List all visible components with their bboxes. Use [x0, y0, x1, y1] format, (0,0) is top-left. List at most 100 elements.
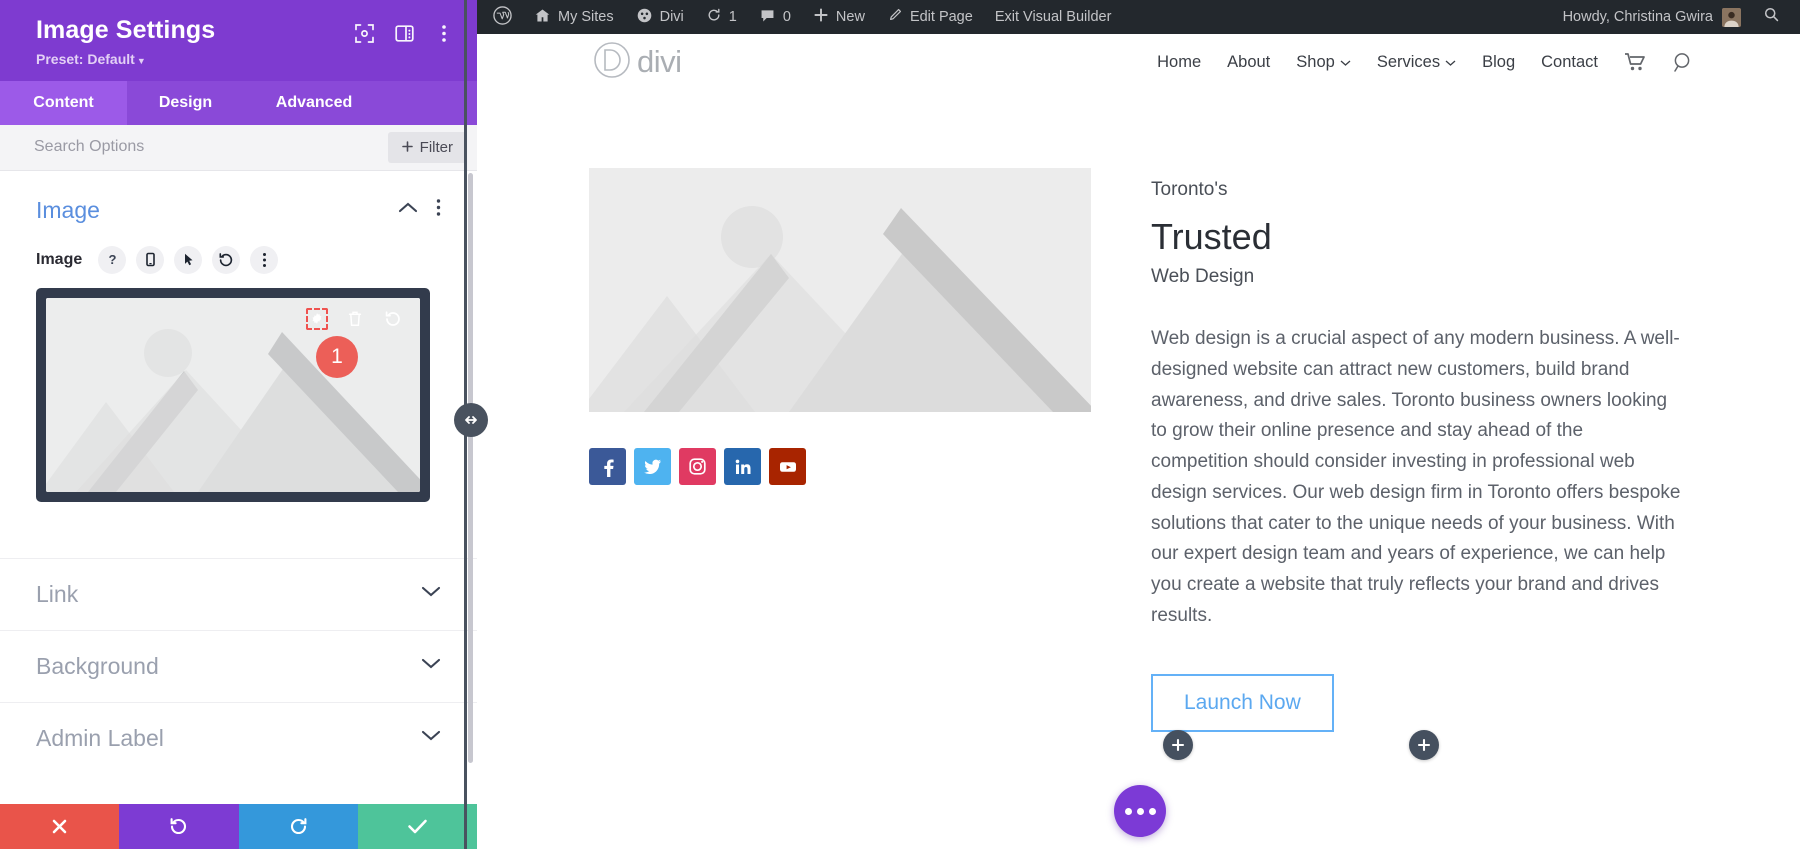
layout-toggle-icon[interactable] [393, 22, 415, 44]
search-options-bar: Filter [0, 124, 477, 171]
linkedin-icon[interactable] [724, 448, 761, 485]
redo-button[interactable] [238, 804, 358, 849]
fullscreen-icon[interactable] [353, 22, 375, 44]
site-header: divi Home About Shop Services Blog Conta… [477, 34, 1800, 90]
chevron-down-icon [421, 657, 441, 675]
section-background[interactable]: Background [0, 629, 477, 702]
reset-icon[interactable] [382, 308, 404, 330]
add-module-button[interactable] [1163, 730, 1193, 760]
panel-resize-handle[interactable] [454, 0, 488, 849]
search-icon[interactable] [1672, 51, 1695, 74]
tab-label: Advanced [275, 93, 353, 111]
panel-scroll-area: Image Image ? 1 Link Background Admin La… [0, 171, 477, 804]
section-title: Admin Label [36, 724, 164, 751]
section-image-header[interactable]: Image [36, 197, 441, 224]
nav-label: Shop [1296, 52, 1335, 71]
responsive-icon[interactable] [136, 245, 165, 274]
heading-main: Trusted [1151, 215, 1272, 257]
plus-icon [401, 139, 413, 156]
nav-item-about[interactable]: About [1227, 53, 1270, 72]
hover-icon[interactable] [174, 245, 203, 274]
search-input[interactable] [34, 138, 388, 157]
nav-item-shop[interactable]: Shop [1296, 53, 1351, 72]
nav-item-blog[interactable]: Blog [1482, 53, 1515, 72]
adminbar-search-button[interactable] [1751, 6, 1800, 28]
social-icons [589, 448, 1091, 485]
column-right: Toronto's Trusted Web Design Web design … [1151, 168, 1688, 732]
resize-knob[interactable] [454, 403, 488, 437]
launch-now-button[interactable]: Launch Now [1151, 673, 1334, 732]
chevron-up-icon[interactable] [398, 201, 418, 219]
image-field-row: Image ? [36, 245, 441, 274]
youtube-icon[interactable] [769, 448, 806, 485]
help-icon[interactable]: ? [98, 245, 127, 274]
status-badge: 1 [316, 335, 358, 378]
howdy-label: Howdy, Christina Gwira [1562, 9, 1713, 25]
settings-gear-icon[interactable] [306, 307, 328, 330]
instagram-icon[interactable] [679, 448, 716, 485]
undo-button[interactable] [119, 804, 239, 849]
section-title: Background [36, 652, 159, 679]
twitter-icon[interactable] [634, 448, 671, 485]
image-preview[interactable]: 1 [36, 287, 430, 502]
section-header-icons [398, 198, 441, 222]
cart-icon[interactable] [1624, 52, 1646, 72]
panel-footer [0, 804, 477, 849]
chevron-down-icon [1340, 53, 1351, 72]
nav-label: About [1227, 52, 1271, 71]
search-icon [1763, 6, 1780, 28]
nav-item-home[interactable]: Home [1157, 53, 1201, 72]
tab-label: Design [158, 93, 213, 111]
column-left [589, 168, 1091, 732]
more-icon[interactable] [250, 245, 279, 274]
facebook-icon[interactable] [589, 448, 626, 485]
tab-content[interactable]: Content [0, 80, 127, 125]
adminbar-label: 1 [728, 9, 737, 25]
adminbar-label: Divi [659, 9, 684, 25]
adminbar-item-divi[interactable]: Divi [625, 0, 695, 34]
nav-label: Blog [1482, 52, 1516, 71]
adminbar-item-edit-page[interactable]: Edit Page [876, 0, 984, 34]
image-field-label: Image [36, 250, 83, 268]
chevron-down-icon [1445, 53, 1456, 72]
image-preview-inner: 1 [46, 297, 420, 492]
preset-label: Preset: Default [36, 50, 135, 67]
adminbar-item-new[interactable]: New [802, 0, 876, 34]
adminbar-item-updates[interactable]: 1 [695, 0, 748, 34]
tab-design[interactable]: Design [127, 81, 244, 125]
more-options-icon[interactable] [433, 22, 455, 44]
adminbar-label: My Sites [558, 9, 614, 25]
site-logo[interactable]: divi [589, 37, 682, 88]
trash-icon[interactable] [344, 308, 366, 330]
hero-image-placeholder[interactable] [589, 168, 1091, 412]
resize-arrows-icon [465, 416, 477, 424]
page-settings-button[interactable] [1114, 785, 1166, 837]
body-paragraph: Web design is a crucial aspect of any mo… [1151, 328, 1681, 626]
image-settings-panel: Image Settings Preset: Default ▼ Content… [0, 0, 477, 849]
nav-item-contact[interactable]: Contact [1541, 53, 1598, 72]
add-module-button[interactable] [1409, 730, 1439, 760]
adminbar-item-comments[interactable]: 0 [748, 0, 802, 34]
wp-admin-bar: My Sites Divi 1 0 New Edit Page Exit Vis… [477, 0, 1800, 34]
reset-icon[interactable] [212, 245, 241, 274]
content-row: Toronto's Trusted Web Design Web design … [477, 168, 1800, 732]
section-title: Link [36, 580, 79, 607]
panel-tabs: Content Design Advanced [0, 80, 477, 125]
tab-label: Content [33, 93, 94, 111]
screen: My Sites Divi 1 0 New Edit Page Exit Vis… [0, 0, 1800, 849]
cancel-button[interactable] [0, 804, 120, 849]
nav-item-services[interactable]: Services [1377, 53, 1456, 72]
adminbar-item-my-sites[interactable]: My Sites [523, 0, 625, 34]
tab-advanced[interactable]: Advanced [244, 81, 384, 125]
adminbar-item-exit-visual-builder[interactable]: Exit Visual Builder [984, 0, 1123, 34]
adminbar-account-menu[interactable]: Howdy, Christina Gwira [1553, 7, 1751, 27]
adminbar-item-wordpress[interactable] [477, 0, 523, 34]
pencil-icon [887, 7, 903, 27]
preset-selector[interactable]: Preset: Default ▼ [36, 51, 353, 67]
panel-header-icons [353, 16, 455, 44]
adminbar-label: Exit Visual Builder [994, 9, 1112, 25]
section-admin-label[interactable]: Admin Label [0, 701, 477, 774]
nav-label: Services [1376, 52, 1441, 71]
section-link[interactable]: Link [0, 557, 477, 630]
more-options-icon[interactable] [436, 198, 441, 222]
